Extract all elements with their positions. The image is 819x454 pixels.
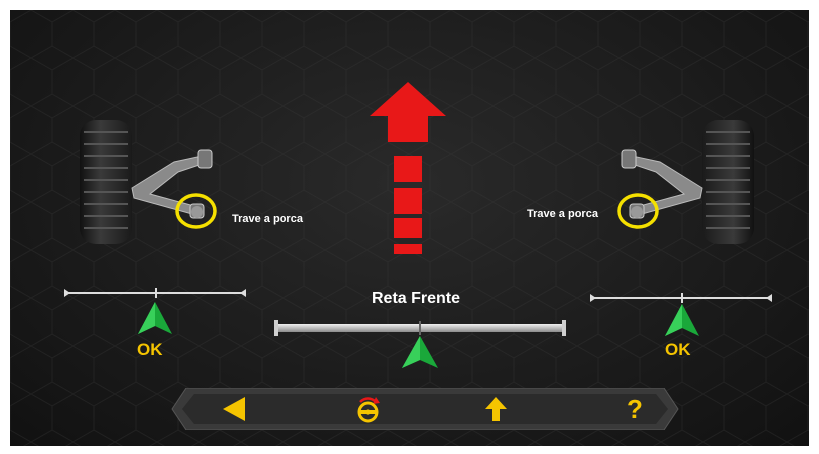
arrow-up-icon (485, 397, 507, 421)
help-button[interactable]: ? (610, 388, 660, 430)
left-nut-highlight-circle (175, 193, 217, 229)
right-status-ok: OK (665, 340, 691, 359)
right-alignment-gauge (590, 293, 772, 303)
question-mark-icon: ? (627, 394, 643, 424)
left-instruction-label: Trave a porca (232, 213, 303, 225)
center-title: Reta Frente (372, 290, 461, 307)
right-green-indicator-icon (665, 304, 699, 336)
left-green-indicator-icon (138, 302, 172, 334)
back-button[interactable] (204, 388, 264, 430)
left-alignment-gauge (64, 288, 246, 298)
bottom-toolbar: ? (170, 388, 680, 430)
center-green-indicator-icon (402, 336, 438, 368)
forward-direction-arrow-icon (370, 82, 446, 254)
alignment-screen: Trave a porca Trave a porca OK OK Reta F… (10, 10, 809, 446)
steering-wheel-icon (357, 397, 380, 423)
right-nut-highlight-circle (617, 193, 659, 229)
left-status-ok: OK (137, 340, 163, 359)
triangle-left-icon (223, 397, 245, 421)
up-button[interactable] (466, 388, 526, 430)
right-instruction-label: Trave a porca (527, 208, 598, 220)
steering-button[interactable] (338, 388, 398, 430)
center-steering-gauge (274, 320, 566, 336)
